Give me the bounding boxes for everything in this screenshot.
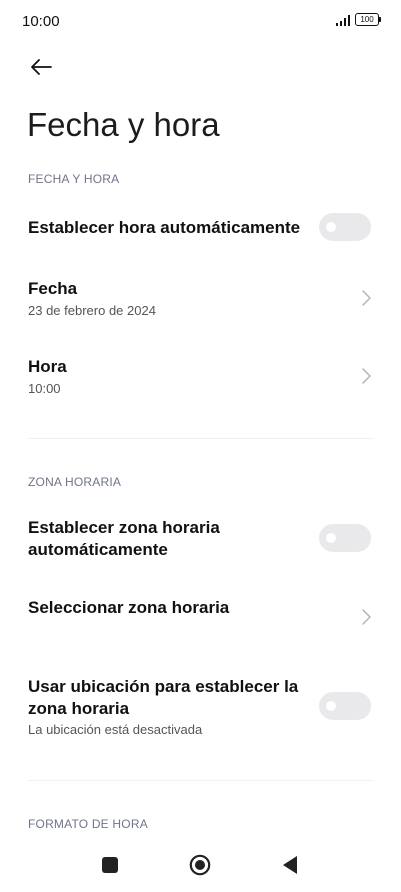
triangle-left-icon[interactable] bbox=[282, 855, 298, 875]
arrow-left-icon bbox=[31, 59, 52, 75]
square-icon[interactable] bbox=[102, 857, 118, 873]
auto-zone-row[interactable]: Establecer zona horaria automáticamente bbox=[0, 514, 401, 564]
status-time: 10:00 bbox=[22, 13, 60, 30]
date-label: Fecha bbox=[28, 279, 78, 298]
chevron-right-icon bbox=[362, 609, 371, 625]
chevron-right-icon bbox=[362, 290, 371, 306]
select-zone-row[interactable]: Seleccionar zona horaria bbox=[0, 594, 401, 634]
circle-icon[interactable] bbox=[189, 854, 211, 876]
auto-zone-label: Establecer zona horaria automáticamente bbox=[28, 518, 220, 559]
back-button[interactable] bbox=[24, 50, 58, 84]
use-location-label: Usar ubicación para establecer la zona h… bbox=[28, 677, 299, 718]
divider bbox=[28, 780, 373, 781]
time-row[interactable]: Hora 10:00 bbox=[0, 350, 401, 402]
status-icons: 100 bbox=[336, 13, 381, 26]
status-bar: 10:00 100 bbox=[0, 0, 401, 44]
date-row[interactable]: Fecha 23 de febrero de 2024 bbox=[0, 272, 401, 324]
time-value: 10:00 bbox=[28, 381, 61, 396]
auto-time-label: Establecer hora automáticamente bbox=[28, 218, 301, 237]
auto-zone-toggle[interactable] bbox=[319, 524, 371, 552]
signal-icon bbox=[336, 14, 350, 26]
divider bbox=[28, 438, 373, 439]
chevron-right-icon bbox=[362, 368, 371, 384]
auto-time-row[interactable]: Establecer hora automáticamente bbox=[0, 208, 401, 248]
navigation-bar bbox=[0, 840, 401, 892]
battery-level: 100 bbox=[360, 15, 374, 24]
section-header-time-format: FORMATO DE HORA bbox=[28, 817, 148, 831]
use-location-sub: La ubicación está desactivada bbox=[28, 722, 203, 737]
section-header-date-time: FECHA Y HORA bbox=[28, 172, 120, 186]
auto-time-toggle[interactable] bbox=[319, 213, 371, 241]
use-location-toggle[interactable] bbox=[319, 692, 371, 720]
page-title: Fecha y hora bbox=[27, 106, 220, 143]
select-zone-label: Seleccionar zona horaria bbox=[28, 598, 230, 617]
section-header-time-zone: ZONA HORARIA bbox=[28, 475, 122, 489]
date-value: 23 de febrero de 2024 bbox=[28, 303, 156, 318]
use-location-row[interactable]: Usar ubicación para establecer la zona h… bbox=[0, 674, 401, 744]
battery-icon: 100 bbox=[355, 13, 381, 26]
time-label: Hora bbox=[28, 357, 67, 376]
